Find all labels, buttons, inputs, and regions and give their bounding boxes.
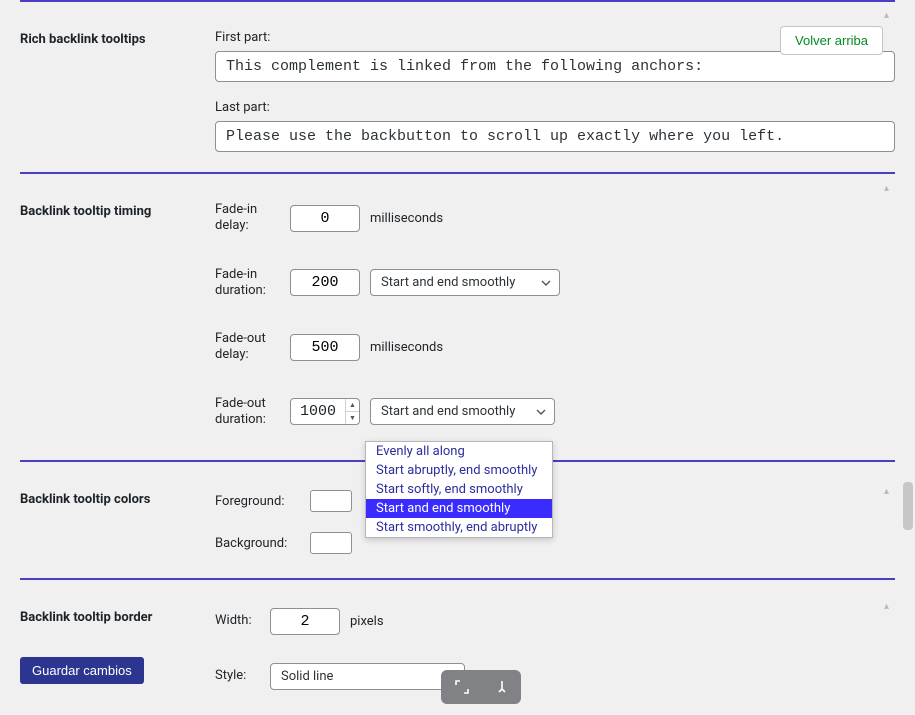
curve-dropdown-list[interactable]: Evenly all along Start abruptly, end smo… [365, 441, 553, 538]
border-width-input[interactable] [270, 608, 340, 635]
section-tooltip-timing: ▴ Backlink tooltip timing Fade-in delay:… [20, 172, 895, 455]
last-part-label: Last part: [215, 100, 895, 115]
border-style-value: Solid line [281, 669, 333, 684]
fade-in-curve-value: Start and end smoothly [381, 275, 515, 290]
section-title-colors: Backlink tooltip colors [20, 462, 215, 507]
section-title-border: Backlink tooltip border [20, 580, 215, 625]
stepper-up-icon[interactable]: ▲ [346, 399, 359, 412]
fade-out-duration-input[interactable]: 1000 ▲ ▼ [290, 398, 360, 425]
chevron-down-icon [541, 280, 551, 286]
fade-out-delay-input[interactable] [290, 334, 360, 361]
ms-unit: milliseconds [370, 211, 443, 226]
fade-in-delay-label: Fade-in delay: [215, 202, 290, 235]
collapse-icon[interactable]: ▴ [884, 183, 889, 194]
fade-out-delay-label: Fade-out delay: [215, 331, 290, 364]
first-part-input[interactable] [215, 51, 895, 82]
curve-option[interactable]: Start abruptly, end smoothly [366, 461, 552, 480]
last-part-input[interactable] [215, 121, 895, 152]
stepper-down-icon[interactable]: ▼ [346, 412, 359, 424]
ms-unit: milliseconds [370, 340, 443, 355]
fade-in-duration-label: Fade-in duration: [215, 267, 290, 300]
foreground-color-input[interactable] [310, 490, 352, 512]
border-style-select[interactable]: Solid line [270, 663, 465, 690]
section-title-rich-tooltips: Rich backlink tooltips [20, 2, 215, 47]
curve-option[interactable]: Start smoothly, end abruptly [366, 518, 552, 537]
back-to-top-button[interactable]: Volver arriba [780, 26, 883, 55]
foreground-label: Foreground: [215, 494, 310, 509]
save-button[interactable]: Guardar cambios [20, 657, 144, 684]
fade-out-duration-label: Fade-out duration: [215, 396, 290, 429]
curve-option[interactable]: Start softly, end smoothly [366, 480, 552, 499]
floating-toolbar[interactable] [441, 670, 521, 704]
border-style-label: Style: [215, 668, 270, 684]
chevron-down-icon [536, 409, 546, 415]
fade-out-curve-select[interactable]: Start and end smoothly [370, 398, 555, 425]
section-rich-tooltips: ▴ Rich backlink tooltips First part: Las… [20, 0, 895, 167]
background-label: Background: [215, 536, 310, 551]
curve-option-selected[interactable]: Start and end smoothly [366, 499, 552, 518]
curve-option[interactable]: Evenly all along [366, 442, 552, 461]
fade-in-duration-input[interactable] [290, 269, 360, 296]
section-title-timing: Backlink tooltip timing [20, 174, 215, 219]
arrow-down-icon[interactable] [495, 679, 509, 695]
px-unit: pixels [350, 614, 384, 629]
collapse-icon[interactable]: ▴ [884, 486, 889, 497]
expand-icon[interactable] [454, 679, 470, 695]
fade-out-curve-value: Start and end smoothly [381, 404, 515, 419]
scrollbar-thumb[interactable] [903, 482, 913, 530]
fade-in-delay-input[interactable] [290, 205, 360, 232]
border-width-label: Width: [215, 613, 270, 629]
collapse-icon[interactable]: ▴ [884, 601, 889, 612]
background-color-input[interactable] [310, 532, 352, 554]
fade-in-curve-select[interactable]: Start and end smoothly [370, 269, 560, 296]
collapse-icon[interactable]: ▴ [884, 10, 889, 21]
